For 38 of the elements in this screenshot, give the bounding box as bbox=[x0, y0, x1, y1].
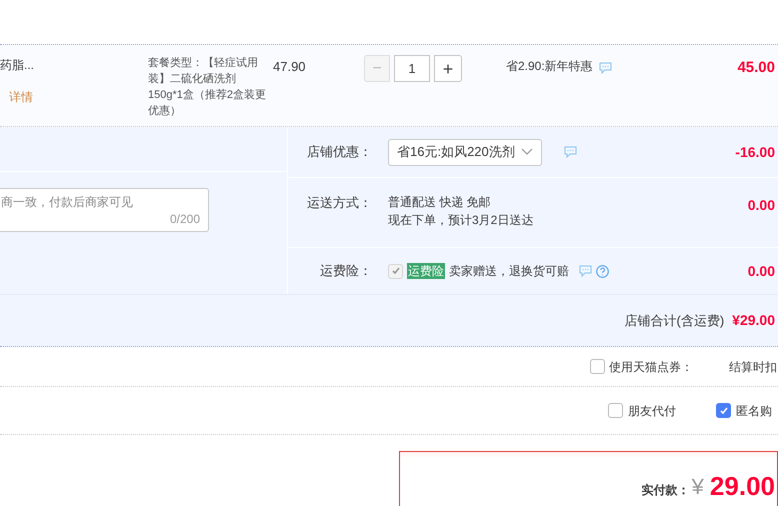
summary-value: 29.00 bbox=[710, 470, 775, 503]
coupon-note: 结算时扣 bbox=[729, 358, 777, 376]
option-amount: -16.00 bbox=[735, 142, 775, 162]
message-field[interactable]: 商一致，付款后商家可见 0/200 bbox=[0, 188, 209, 232]
help-icon[interactable] bbox=[596, 264, 609, 278]
character-counter: 0/200 bbox=[170, 211, 200, 228]
unit-price: 47.90 bbox=[273, 58, 307, 76]
option-amount: 0.00 bbox=[748, 262, 775, 280]
option-label: 运费险： bbox=[319, 262, 372, 280]
insurance-tag: 运费险 bbox=[407, 263, 445, 279]
quantity-field[interactable]: 1 bbox=[394, 55, 430, 82]
payment-option-label: 朋友代付 bbox=[628, 402, 676, 420]
caret-icon bbox=[521, 148, 533, 156]
option-label: 店铺优惠： bbox=[306, 143, 372, 162]
checkbox[interactable] bbox=[608, 403, 623, 418]
shipping-info: 普通配送 快递 免邮 bbox=[388, 194, 492, 211]
plus-button[interactable]: + bbox=[434, 55, 462, 82]
store-total-value: ¥29.00 bbox=[732, 311, 775, 330]
checkbox[interactable] bbox=[590, 359, 605, 374]
option-amount: 0.00 bbox=[748, 196, 775, 215]
checkmark-icon bbox=[718, 406, 728, 416]
product-title[interactable]: 药脂... bbox=[0, 57, 148, 73]
coupon-label: 使用天猫点券： bbox=[609, 358, 693, 376]
comment-icon[interactable] bbox=[564, 146, 577, 158]
discount-dropdown[interactable]: 省16元:如风220洗剂 bbox=[388, 138, 542, 166]
item-subtotal: 45.00 bbox=[737, 58, 775, 78]
payment-option-label: 匿名购 bbox=[736, 402, 772, 420]
promotion-text: 省2.90:新年特惠 bbox=[506, 58, 593, 75]
comment-icon[interactable] bbox=[579, 265, 592, 277]
option-label: 运送方式： bbox=[306, 194, 372, 212]
product-spec: 套餐类型：【轻症试用装】二硫化硒洗剂150g*1盒（推荐2盒装更优惠） bbox=[148, 56, 266, 119]
store-total-label: 店铺合计(含运费) bbox=[624, 312, 724, 330]
shipping-info: 现在下单，预计3月2日送达 bbox=[388, 212, 534, 229]
currency-symbol: ¥ bbox=[692, 473, 704, 501]
comment-icon[interactable] bbox=[598, 62, 612, 74]
insurance-text: 卖家赠送，退换货可赔 bbox=[449, 263, 569, 280]
checkbox[interactable] bbox=[716, 403, 731, 418]
summary-label: 实付款： bbox=[642, 482, 690, 498]
